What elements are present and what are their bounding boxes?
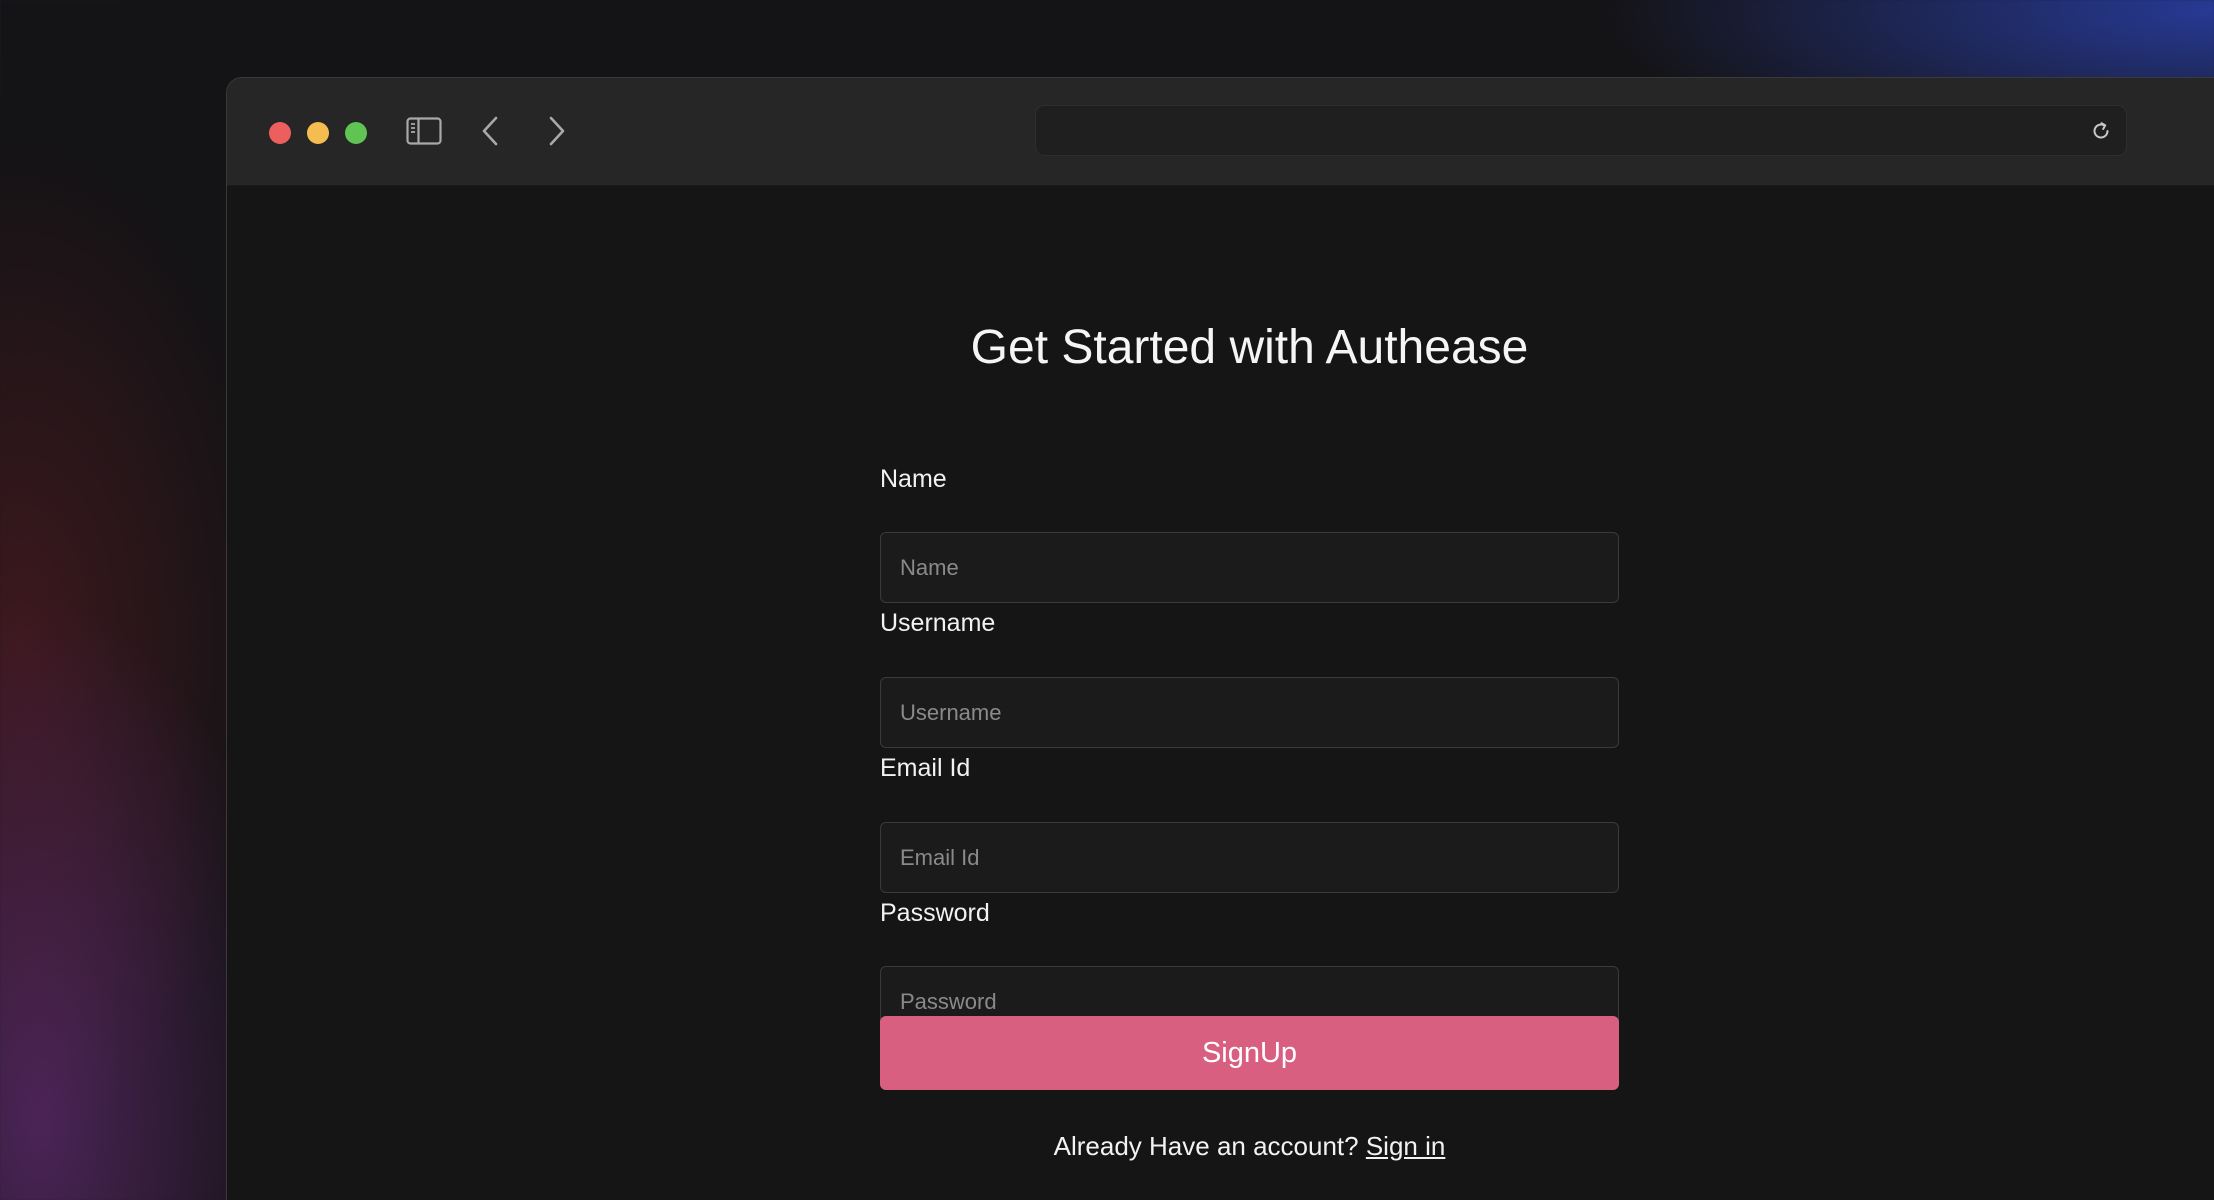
- signin-row: Already Have an account? Sign in: [880, 1129, 1619, 1163]
- reload-icon[interactable]: [2086, 116, 2116, 146]
- sidebar-toggle-icon[interactable]: [405, 114, 443, 148]
- signin-prompt: Already Have an account?: [1053, 1131, 1366, 1161]
- close-window-button[interactable]: [269, 122, 291, 144]
- page-content: Get Started with Authease Name Username …: [227, 186, 2214, 1200]
- chevron-left-icon[interactable]: [475, 112, 505, 150]
- username-input[interactable]: [880, 677, 1619, 748]
- name-label: Name: [880, 465, 947, 493]
- signup-button[interactable]: SignUp: [880, 1016, 1619, 1090]
- email-label: Email Id: [880, 754, 971, 782]
- username-label: Username: [880, 609, 996, 637]
- address-bar[interactable]: [1035, 105, 2127, 156]
- password-label: Password: [880, 899, 990, 927]
- page-title: Get Started with Authease: [970, 321, 1529, 374]
- signin-link[interactable]: Sign in: [1366, 1131, 1446, 1161]
- email-input[interactable]: [880, 822, 1619, 893]
- name-input[interactable]: [880, 532, 1619, 603]
- browser-window: Get Started with Authease Name Username …: [226, 77, 2214, 1200]
- maximize-window-button[interactable]: [345, 122, 367, 144]
- browser-toolbar: [227, 78, 2214, 186]
- chevron-right-icon[interactable]: [542, 112, 572, 150]
- minimize-window-button[interactable]: [307, 122, 329, 144]
